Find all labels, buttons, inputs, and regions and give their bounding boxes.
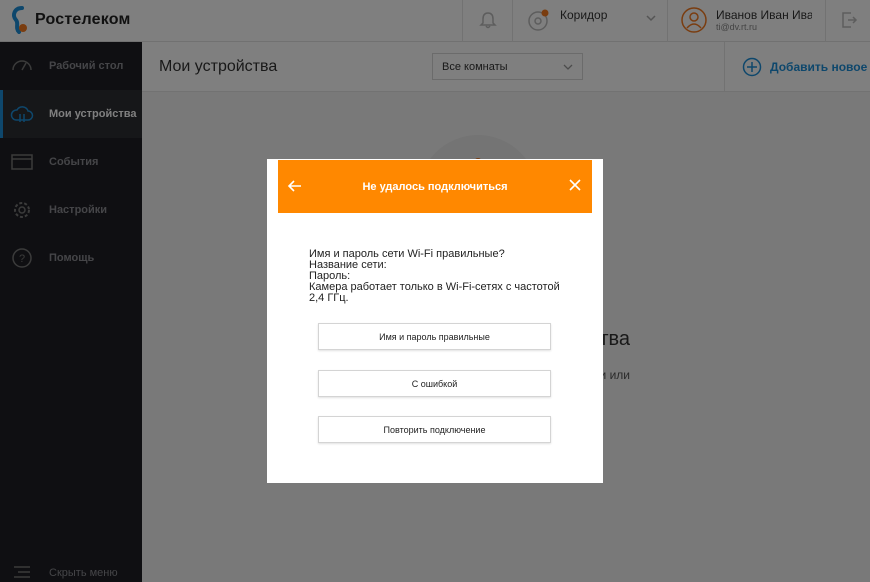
with-error-button[interactable]: С ошибкой <box>318 370 551 397</box>
dialog-title: Не удалось подключиться <box>362 181 508 193</box>
dialog-header: Не удалось подключиться <box>278 160 592 213</box>
connection-failed-dialog: Не удалось подключиться Имя и пароль сет… <box>267 159 603 483</box>
credentials-correct-button[interactable]: Имя и пароль правильные <box>318 323 551 350</box>
frequency-note: Камера работает только в Wi-Fi-сетях с ч… <box>309 281 560 304</box>
close-icon[interactable] <box>568 178 582 192</box>
dialog-body: Имя и пароль сети Wi-Fi правильные? Назв… <box>309 249 569 304</box>
retry-connection-button[interactable]: Повторить подключение <box>318 416 551 443</box>
